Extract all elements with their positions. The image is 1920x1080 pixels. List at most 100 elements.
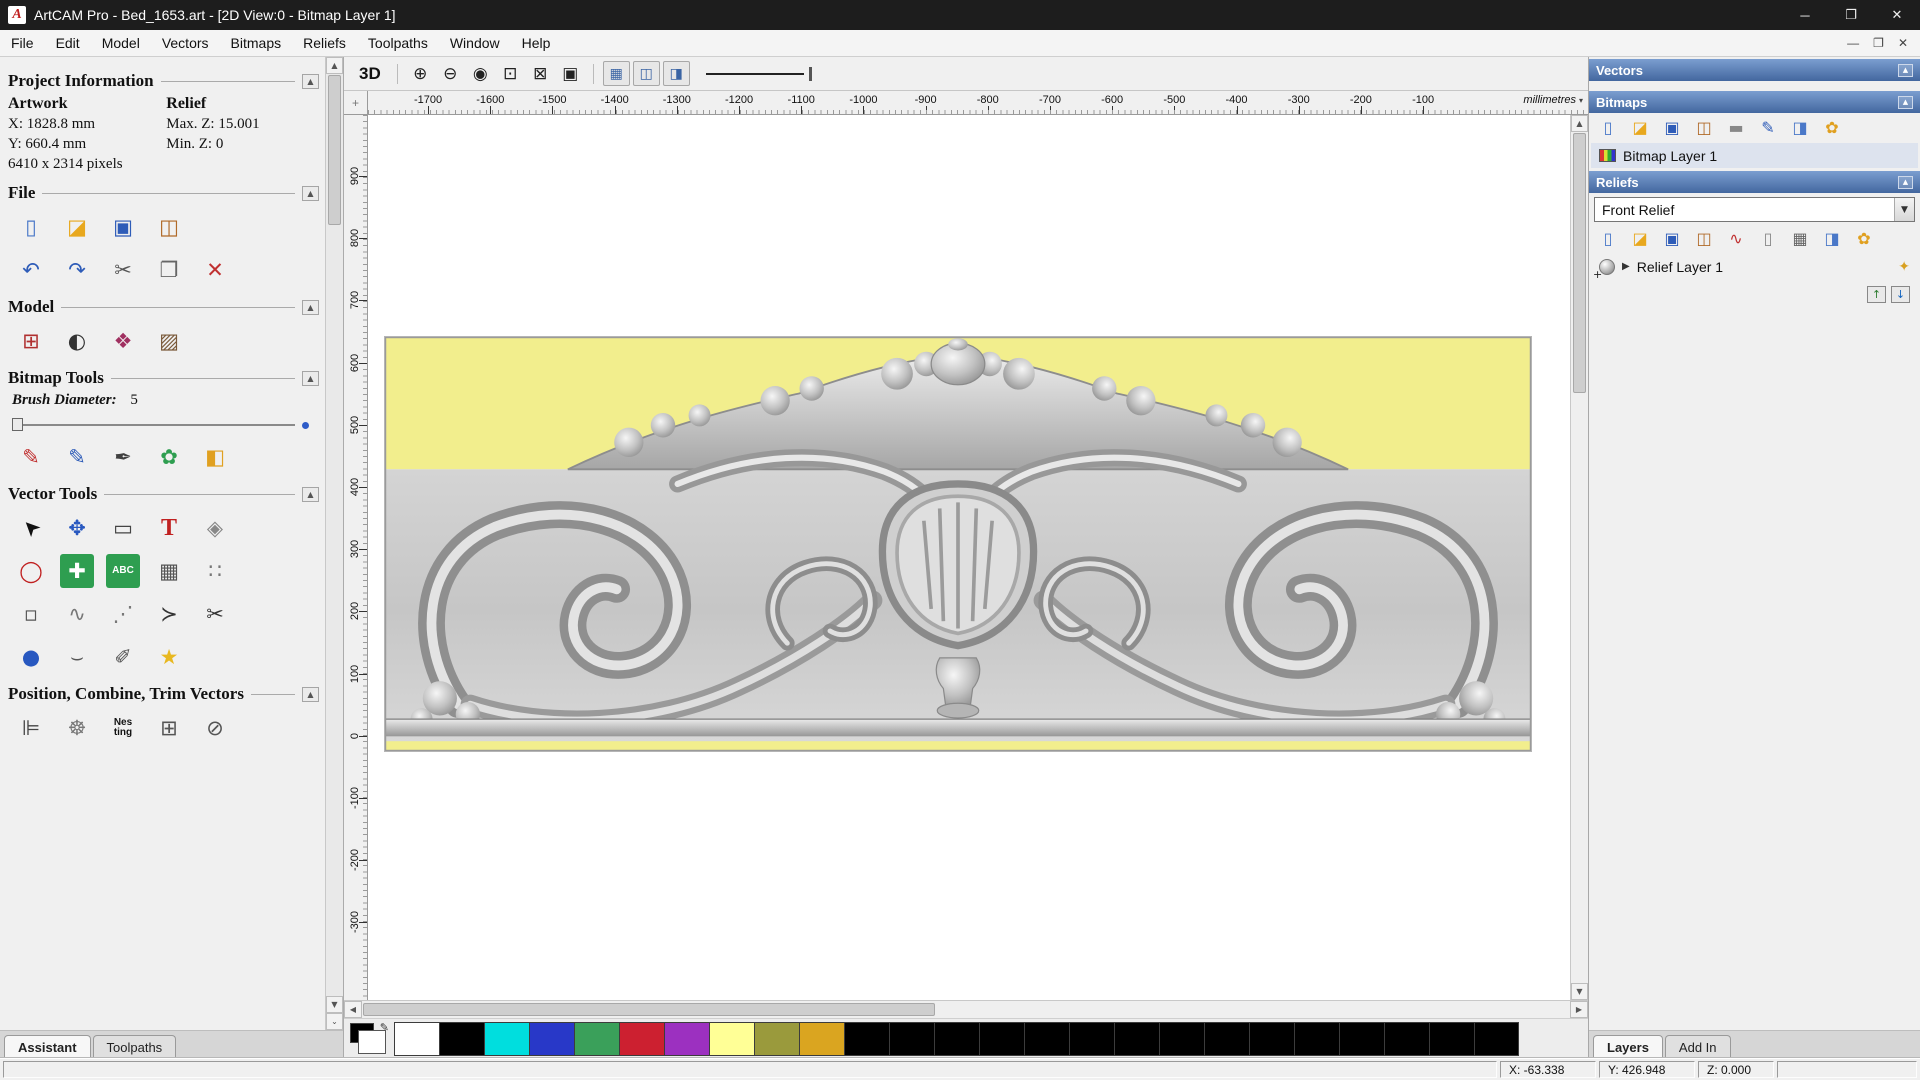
mirror-vectors-icon[interactable]: ◈ bbox=[198, 511, 232, 545]
open-relief-layer-icon[interactable]: ◪ bbox=[1629, 229, 1651, 248]
export-model-icon[interactable]: ◫ bbox=[152, 210, 186, 244]
convert-text-icon[interactable]: ABC bbox=[106, 554, 140, 588]
align-vectors-icon[interactable]: ⊫ bbox=[14, 711, 48, 745]
palette-swatch[interactable] bbox=[979, 1021, 1024, 1056]
measure-tool-icon[interactable]: ✐ bbox=[106, 640, 140, 674]
minimize-button[interactable]: ─ bbox=[1782, 0, 1828, 30]
adjust-model-icon[interactable]: ❖ bbox=[106, 324, 140, 358]
create-rectangle-icon[interactable]: ▭ bbox=[106, 511, 140, 545]
relief-page-icon[interactable]: ▯ bbox=[1757, 229, 1779, 248]
move-layer-down-button[interactable]: ↓ bbox=[1891, 286, 1910, 303]
create-polygon-icon[interactable]: ∷ bbox=[198, 554, 232, 588]
menu-reliefs[interactable]: Reliefs bbox=[292, 30, 357, 56]
text-edit-layer-icon[interactable]: ✎ bbox=[1757, 118, 1779, 137]
palette-swatch[interactable] bbox=[754, 1021, 799, 1056]
redo-icon[interactable]: ↷ bbox=[60, 253, 94, 287]
scroll-down-icon[interactable]: ▼ bbox=[326, 996, 343, 1013]
scroll-up-icon[interactable]: ▲ bbox=[326, 57, 343, 74]
paint-icon[interactable]: ✎ bbox=[14, 440, 48, 474]
palette-swatch[interactable] bbox=[574, 1021, 619, 1056]
reliefs-header[interactable]: Reliefs ▲ bbox=[1589, 171, 1920, 193]
mdi-restore-icon[interactable]: ❐ bbox=[1873, 36, 1884, 50]
palette-swatch[interactable] bbox=[1024, 1021, 1069, 1056]
palette-swatch[interactable] bbox=[709, 1021, 754, 1056]
menu-file[interactable]: File bbox=[0, 30, 45, 56]
create-star-icon[interactable]: ★ bbox=[152, 640, 186, 674]
rollup-button[interactable]: ▲ bbox=[302, 686, 319, 702]
create-arc-icon[interactable]: ⌣ bbox=[60, 640, 94, 674]
palette-swatch[interactable] bbox=[844, 1021, 889, 1056]
palette-swatch[interactable] bbox=[484, 1021, 529, 1056]
palette-swatch[interactable] bbox=[439, 1021, 484, 1056]
save-relief-layer-icon[interactable]: ▣ bbox=[1661, 229, 1683, 248]
palette-swatch[interactable] bbox=[1384, 1021, 1429, 1056]
scroll-left-icon[interactable]: ◀ bbox=[344, 1001, 362, 1018]
vectors-header[interactable]: Vectors ▲ bbox=[1589, 59, 1920, 81]
palette-swatch[interactable] bbox=[529, 1021, 574, 1056]
tab-toolpaths[interactable]: Toolpaths bbox=[92, 1035, 177, 1058]
new-model-icon[interactable]: ▯ bbox=[14, 210, 48, 244]
palette-swatch[interactable] bbox=[1069, 1021, 1114, 1056]
menu-model[interactable]: Model bbox=[91, 30, 151, 56]
palette-swatch[interactable] bbox=[1204, 1021, 1249, 1056]
palette-swatch[interactable] bbox=[799, 1021, 844, 1056]
save-bitmap-layer-icon[interactable]: ▣ bbox=[1661, 118, 1683, 137]
rollup-button[interactable]: ▲ bbox=[302, 486, 319, 502]
palette-swatch[interactable] bbox=[1159, 1021, 1204, 1056]
scroll-thumb[interactable] bbox=[328, 75, 341, 225]
close-button[interactable]: ✕ bbox=[1874, 0, 1920, 30]
ruler-units-dropdown[interactable]: millimetres ▾ bbox=[1521, 94, 1585, 106]
zoom-fit-icon[interactable]: ⊠ bbox=[527, 61, 554, 86]
set-model-size-icon[interactable]: ⊞ bbox=[14, 324, 48, 358]
zoom-out-icon[interactable]: ⊖ bbox=[437, 61, 464, 86]
rollup-button[interactable]: ▲ bbox=[302, 370, 319, 386]
palette-swatch[interactable] bbox=[394, 1021, 439, 1056]
toggle-3d-view-button[interactable]: 3D bbox=[352, 63, 388, 85]
relief-layer-row[interactable]: + ▶ Relief Layer 1 ✦ bbox=[1591, 254, 1918, 281]
rollup-button[interactable]: ▲ bbox=[302, 185, 319, 201]
vertical-scrollbar[interactable]: ▲ ▼ bbox=[1570, 115, 1588, 1000]
palette-swatch[interactable] bbox=[1249, 1021, 1294, 1056]
greyscale-view-icon[interactable]: ▨ bbox=[152, 324, 186, 358]
move-layer-up-button[interactable]: ↑ bbox=[1867, 286, 1886, 303]
draw-icon[interactable]: ✒ bbox=[106, 440, 140, 474]
canvas-viewport[interactable] bbox=[368, 115, 1570, 1000]
rotate-copy-vectors-icon[interactable]: ☸ bbox=[60, 711, 94, 745]
palette-swatch[interactable] bbox=[1429, 1021, 1474, 1056]
create-text-icon[interactable]: T bbox=[152, 511, 186, 545]
toggle-object-snap-icon[interactable]: ◨ bbox=[662, 61, 690, 86]
palette-swatch[interactable] bbox=[934, 1021, 979, 1056]
brush-diameter-slider[interactable] bbox=[12, 417, 309, 433]
colour-palette-icon[interactable]: ✿ bbox=[152, 440, 186, 474]
scroll-more-icon[interactable]: ⌄ bbox=[326, 1013, 343, 1030]
active-relief-dropdown[interactable]: Front Relief ▼ bbox=[1594, 197, 1915, 222]
delete-icon[interactable]: ✕ bbox=[198, 253, 232, 287]
flood-fill-icon[interactable]: ◧ bbox=[198, 440, 232, 474]
transform-vectors-icon[interactable]: ✥ bbox=[60, 511, 94, 545]
smooth-relief-icon[interactable]: ∿ bbox=[1725, 229, 1747, 248]
rollup-button[interactable]: ▲ bbox=[1898, 63, 1913, 77]
zoom-100-icon[interactable]: ▣ bbox=[557, 61, 584, 86]
add-layer-icon[interactable]: + bbox=[1593, 268, 1602, 281]
open-bitmap-layer-icon[interactable]: ◪ bbox=[1629, 118, 1651, 137]
save-model-icon[interactable]: ▣ bbox=[106, 210, 140, 244]
weld-vectors-icon[interactable]: ⊘ bbox=[198, 711, 232, 745]
menu-bitmaps[interactable]: Bitmaps bbox=[220, 30, 293, 56]
scroll-down-icon[interactable]: ▼ bbox=[1571, 983, 1588, 1000]
paste-icon[interactable]: ❐ bbox=[152, 253, 186, 287]
block-copy-icon[interactable]: ⊞ bbox=[152, 711, 186, 745]
import-relief-icon[interactable]: ◫ bbox=[1693, 229, 1715, 248]
palette-swatch[interactable] bbox=[664, 1021, 709, 1056]
scroll-thumb[interactable] bbox=[363, 1003, 936, 1016]
palette-swatch[interactable] bbox=[889, 1021, 934, 1056]
scroll-thumb[interactable] bbox=[1573, 133, 1586, 393]
tab-assistant[interactable]: Assistant bbox=[4, 1035, 91, 1058]
primary-colour-selector[interactable]: ✎ bbox=[347, 1021, 391, 1057]
line-thickness-control[interactable] bbox=[705, 64, 816, 84]
ruler-origin-icon[interactable]: + bbox=[344, 91, 368, 114]
zoom-in-icon[interactable]: ⊕ bbox=[407, 61, 434, 86]
scroll-right-icon[interactable]: ▶ bbox=[1570, 1001, 1588, 1018]
select-vectors-icon[interactable]: ➤ bbox=[7, 504, 55, 552]
palette-swatch[interactable] bbox=[1294, 1021, 1339, 1056]
menu-window[interactable]: Window bbox=[439, 30, 511, 56]
